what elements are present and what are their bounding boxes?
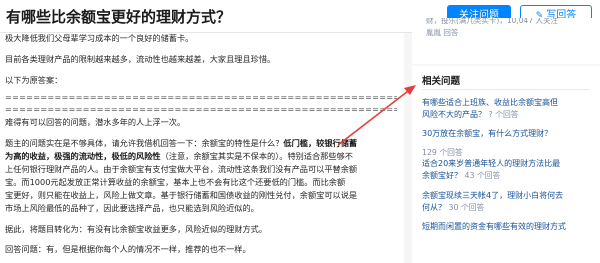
related-questions-panel: 相关问题 有哪些适合上班族、收益比余额宝高但 风险不大的产品？ ? 个回答 30… (412, 66, 600, 263)
answer-paragraph: 题主的问题实在是不够具体，请允许我借机回答一下：余额宝的特性是什么？低门槛，较银… (5, 137, 397, 150)
related-question-item[interactable]: 短期而闲置的资金有哪些有效的理财方式 (422, 221, 598, 233)
answer-content: 极大降低我们父母辈学习成本的一个良好的储蓄卡。 目前各类理财产品的限制越来越多，… (0, 33, 404, 263)
answer-count: 30 个回答 (448, 202, 485, 212)
answer-paragraph: 上任何银行理财产品的人。由于余额宝有支付宝做大平台，流动性这条我们没有产品可以平… (5, 164, 358, 174)
answer-text: 题主的问题实在是不够具体，请允许我借机回答一下：余额宝的特性是什么？ (5, 138, 284, 148)
related-question-link[interactable]: 短期而闲置的资金有哪些有效的理财方式 (422, 221, 598, 233)
related-question-link[interactable]: 风险不大的产品？ ? 个回答 (422, 109, 598, 121)
answer-paragraph: 宝。而1000元起发放正常计算收益的余额宝，基本上也不会有比这个还要低的门槛。而… (5, 177, 346, 187)
related-question-link[interactable]: 何从？ 30 个回答 (422, 202, 598, 214)
answer-text: （注意，余额宝其实是不保本的）。特别适合那些够不 (160, 151, 353, 161)
related-question-link[interactable]: 余额宝现续三天帐4了，理财小白将何去 (422, 190, 598, 202)
related-questions-title: 相关问题 (422, 76, 461, 87)
answer-paragraph: 目前各类理财产品的限制越来越多，流动性也越来越差，大家且理且珍惜。 (5, 54, 276, 64)
related-question-link[interactable]: 30万放在余额宝，有什么方式理财？ (422, 128, 598, 140)
related-question-item[interactable]: 30万放在余额宝，有什么方式理财？ 129 个回答 (422, 128, 598, 159)
answer-bold-text: 为高的收益，极强的流动性，极低的风险性 (5, 151, 161, 161)
answer-paragraph: 难得有可以回答的问题，潜水多年的人上浮一次。 (5, 117, 186, 127)
related-question-item[interactable]: 有哪些适合上班族、收益比余额宝高但 风险不大的产品？ ? 个回答 (422, 97, 598, 120)
side-meta-text: 财，投乐(满几类买卡)，10,047 人关注 (426, 18, 558, 25)
separator-line: ========================================… (5, 104, 397, 114)
answer-paragraph: 市场上风险最低的品种了，因此要选择产品，也只能选到风险近似的。 (5, 203, 259, 213)
answer-count: 129 个回答 (422, 147, 463, 157)
divider (422, 89, 590, 90)
side-meta-text[interactable]: 胤胤 回答 (426, 27, 458, 38)
related-question-link[interactable]: 余额宝好？ 43 个回答 (422, 170, 598, 182)
related-question-link[interactable]: 有哪些适合上班族、收益比余额宝高但 (422, 97, 598, 109)
related-question-link[interactable]: 适合20来岁普通年轻人的理财方法比最 (422, 158, 598, 170)
answer-paragraph: 回答问题：有，但是根据你每个人的情况不一样，推荐的也不一样。 (5, 244, 251, 254)
answer-paragraph: 极大降低我们父母辈学习成本的一个良好的储蓄卡。 (5, 33, 194, 43)
answer-count: ? 个回答 (488, 109, 519, 119)
answer-paragraph: 据此，将题目转化为：有没有比余额宝收益更多，风险近似的理财方式。 (5, 224, 268, 234)
side-author-card: 财，投乐(满几类买卡)，10,047 人关注 胤胤 回答 (412, 18, 600, 64)
related-question-item[interactable]: 余额宝现续三天帐4了，理财小白将何去 何从？ 30 个回答 (422, 190, 598, 213)
answer-paragraph: 以下为原答案： (5, 75, 63, 85)
answer-bold-text: 低门槛，较银行储蓄 (283, 138, 358, 148)
question-title[interactable]: 有哪些比余额宝更好的理财方式？ (6, 6, 231, 27)
related-question-item[interactable]: 适合20来岁普通年轻人的理财方法比最 余额宝好？ 43 个回答 (422, 158, 598, 181)
answer-count: 43 个回答 (464, 170, 501, 180)
answer-paragraph: 为高的收益，极强的流动性，极低的风险性（注意，余额宝其实是不保本的）。特别适合那… (5, 150, 397, 163)
answer-paragraph: 宝更好，则只能在收益上，风险上做文章。基于银行储蓄和国债收益的刚性兑付，余额宝可… (5, 190, 358, 200)
